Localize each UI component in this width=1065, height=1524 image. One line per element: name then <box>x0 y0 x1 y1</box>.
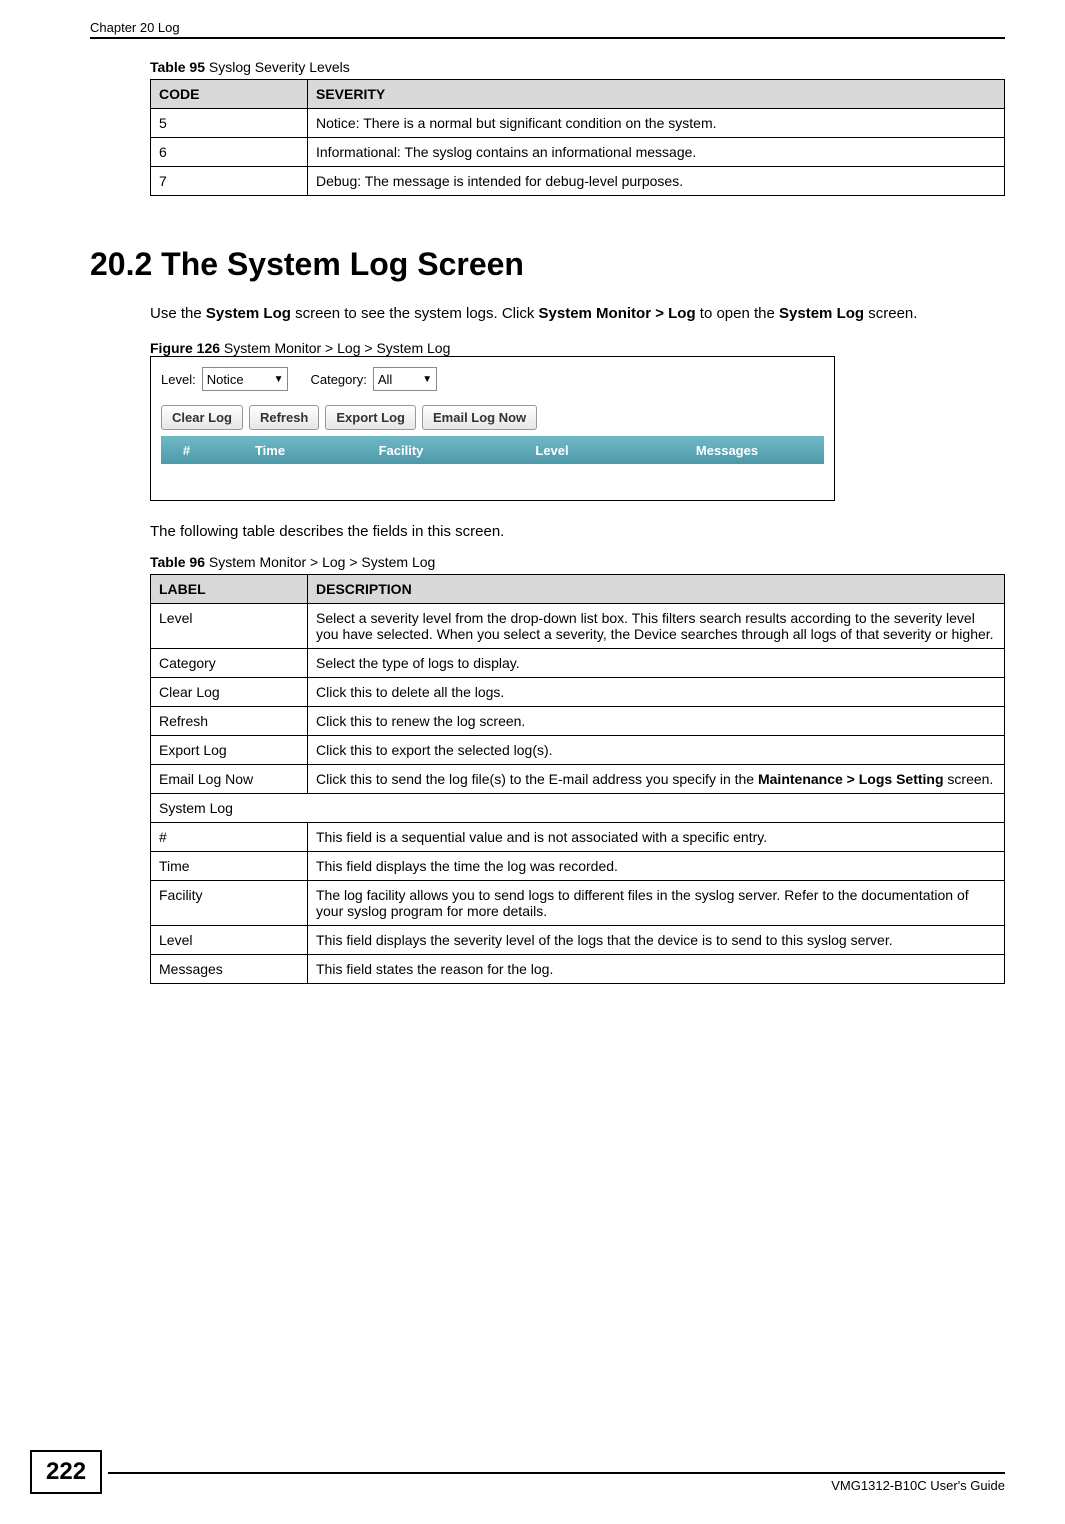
table95-caption-bold: Table 95 <box>150 59 205 75</box>
email-desc-bold: Maintenance > Logs Setting <box>758 771 944 787</box>
desc-cell: Click this to send the log file(s) to th… <box>308 765 1005 794</box>
chapter-label: Chapter 20 Log <box>90 20 180 35</box>
sev-cell: Debug: The message is intended for debug… <box>308 167 1005 196</box>
table-row: CategorySelect the type of logs to displ… <box>151 649 1005 678</box>
label-cell: Time <box>151 852 308 881</box>
table96-caption-bold: Table 96 <box>150 554 205 570</box>
footer-line: VMG1312-B10C User's Guide <box>108 1472 1005 1494</box>
table95-head-severity: SEVERITY <box>308 80 1005 109</box>
figure126-caption-bold: Figure 126 <box>150 340 220 356</box>
table-row: FacilityThe log facility allows you to s… <box>151 881 1005 926</box>
col-level: Level <box>474 443 630 458</box>
table-row: LevelSelect a severity level from the dr… <box>151 604 1005 649</box>
label-cell: Refresh <box>151 707 308 736</box>
desc-cell: Select a severity level from the drop-do… <box>308 604 1005 649</box>
table96: LABEL DESCRIPTION LevelSelect a severity… <box>150 574 1005 984</box>
col-facility: Facility <box>328 443 474 458</box>
table-row: Clear LogClick this to delete all the lo… <box>151 678 1005 707</box>
category-select[interactable]: All ▼ <box>373 367 437 391</box>
refresh-button[interactable]: Refresh <box>249 405 319 430</box>
table95-head-code: CODE <box>151 80 308 109</box>
col-hash: # <box>161 443 212 458</box>
table95-caption: Table 95 Syslog Severity Levels <box>150 59 1005 75</box>
code-cell: 6 <box>151 138 308 167</box>
label-cell: Clear Log <box>151 678 308 707</box>
label-cell: Facility <box>151 881 308 926</box>
code-cell: 7 <box>151 167 308 196</box>
desc-cell: Click this to delete all the logs. <box>308 678 1005 707</box>
paragraph-table-intro: The following table describes the fields… <box>150 521 1005 542</box>
table-row: RefreshClick this to renew the log scree… <box>151 707 1005 736</box>
table-row: LevelThis field displays the severity le… <box>151 926 1005 955</box>
desc-cell: This field states the reason for the log… <box>308 955 1005 984</box>
table96-caption: Table 96 System Monitor > Log > System L… <box>150 554 1005 570</box>
para1-b3: System Log <box>779 305 864 322</box>
table-row: 6 Informational: The syslog contains an … <box>151 138 1005 167</box>
desc-cell: Select the type of logs to display. <box>308 649 1005 678</box>
label-cell: Level <box>151 604 308 649</box>
level-select[interactable]: Notice ▼ <box>202 367 289 391</box>
table96-caption-rest: System Monitor > Log > System Log <box>205 554 435 570</box>
table-row: 7 Debug: The message is intended for deb… <box>151 167 1005 196</box>
table-row: Email Log Now Click this to send the log… <box>151 765 1005 794</box>
sev-cell: Informational: The syslog contains an in… <box>308 138 1005 167</box>
label-cell: Category <box>151 649 308 678</box>
clear-log-button[interactable]: Clear Log <box>161 405 243 430</box>
table-row: TimeThis field displays the time the log… <box>151 852 1005 881</box>
table96-head-desc: DESCRIPTION <box>308 575 1005 604</box>
desc-cell: Click this to renew the log screen. <box>308 707 1005 736</box>
table-row: 5 Notice: There is a normal but signific… <box>151 109 1005 138</box>
code-cell: 5 <box>151 109 308 138</box>
email-desc-1: Click this to send the log file(s) to th… <box>316 771 758 787</box>
para1-t2: screen to see the system logs. Click <box>291 305 539 322</box>
label-cell: Messages <box>151 955 308 984</box>
table96-head-label: LABEL <box>151 575 308 604</box>
email-log-now-button[interactable]: Email Log Now <box>422 405 537 430</box>
level-label: Level: <box>161 372 196 387</box>
col-time: Time <box>212 443 328 458</box>
para1-b2: System Monitor > Log <box>539 305 696 322</box>
table-row: MessagesThis field states the reason for… <box>151 955 1005 984</box>
label-cell: # <box>151 823 308 852</box>
table-row: Export LogClick this to export the selec… <box>151 736 1005 765</box>
sev-cell: Notice: There is a normal but significan… <box>308 109 1005 138</box>
desc-cell: The log facility allows you to send logs… <box>308 881 1005 926</box>
desc-cell: This field displays the time the log was… <box>308 852 1005 881</box>
figure126-caption-rest: System Monitor > Log > System Log <box>220 340 450 356</box>
category-label: Category: <box>310 372 366 387</box>
page-header: Chapter 20 Log <box>90 20 1005 39</box>
table95: CODE SEVERITY 5 Notice: There is a norma… <box>150 79 1005 196</box>
table95-caption-rest: Syslog Severity Levels <box>205 59 350 75</box>
label-cell: Export Log <box>151 736 308 765</box>
chevron-down-icon: ▼ <box>274 374 284 385</box>
figure126-caption: Figure 126 System Monitor > Log > System… <box>150 340 1005 356</box>
col-messages: Messages <box>630 443 824 458</box>
desc-cell: This field displays the severity level o… <box>308 926 1005 955</box>
paragraph-use: Use the System Log screen to see the sys… <box>150 303 1005 324</box>
footer-guide: VMG1312-B10C User's Guide <box>831 1478 1005 1493</box>
syslog-header-cell: System Log <box>151 794 1005 823</box>
desc-cell: Click this to export the selected log(s)… <box>308 736 1005 765</box>
label-cell: Email Log Now <box>151 765 308 794</box>
page-number: 222 <box>30 1450 102 1494</box>
table-row: #This field is a sequential value and is… <box>151 823 1005 852</box>
email-desc-2: screen. <box>944 771 994 787</box>
chevron-down-icon: ▼ <box>422 374 432 385</box>
page-footer: 222 VMG1312-B10C User's Guide <box>0 1450 1005 1494</box>
desc-cell: This field is a sequential value and is … <box>308 823 1005 852</box>
table-row-syslog-header: System Log <box>151 794 1005 823</box>
para1-t3: to open the <box>696 305 779 322</box>
para1-t4: screen. <box>864 305 917 322</box>
category-select-value: All <box>378 372 392 387</box>
para1-b1: System Log <box>206 305 291 322</box>
export-log-button[interactable]: Export Log <box>325 405 416 430</box>
log-table-header: # Time Facility Level Messages <box>161 436 824 464</box>
section-title: 20.2 The System Log Screen <box>90 246 1005 283</box>
system-log-screenshot: Level: Notice ▼ Category: All ▼ Clear Lo… <box>150 356 835 501</box>
level-select-value: Notice <box>207 372 244 387</box>
para1-t1: Use the <box>150 305 206 322</box>
label-cell: Level <box>151 926 308 955</box>
